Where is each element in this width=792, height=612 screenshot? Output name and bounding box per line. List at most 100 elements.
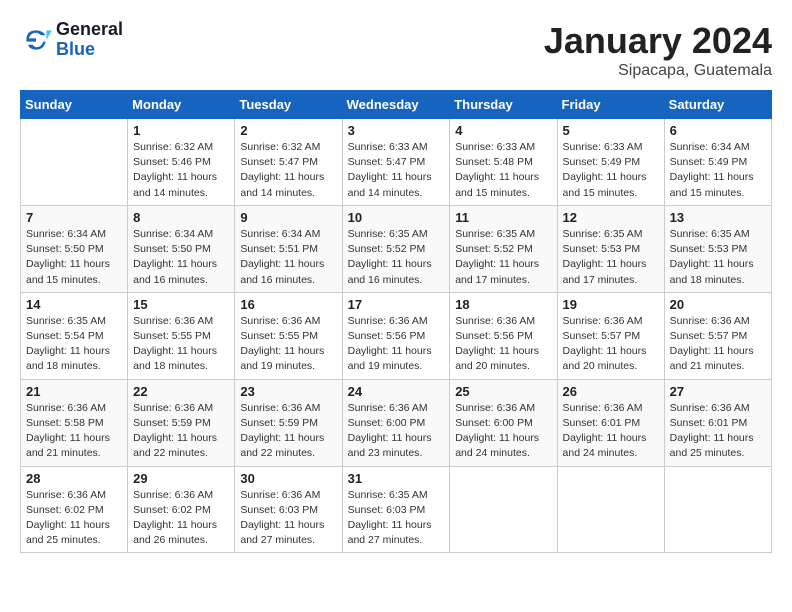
calendar-cell [557,466,664,553]
weekday-header: Thursday [450,91,557,119]
day-info: Sunrise: 6:36 AMSunset: 5:57 PMDaylight:… [563,314,659,375]
calendar-cell: 21 Sunrise: 6:36 AMSunset: 5:58 PMDayligh… [21,379,128,466]
day-info: Sunrise: 6:36 AMSunset: 6:01 PMDaylight:… [670,401,766,462]
calendar-cell: 26 Sunrise: 6:36 AMSunset: 6:01 PMDayligh… [557,379,664,466]
day-number: 18 [455,297,551,312]
day-info: Sunrise: 6:33 AMSunset: 5:48 PMDaylight:… [455,140,551,201]
day-info: Sunrise: 6:36 AMSunset: 6:02 PMDaylight:… [26,488,122,549]
page-header: General Blue January 2024 Sipacapa, Guat… [20,20,772,80]
calendar-cell: 27 Sunrise: 6:36 AMSunset: 6:01 PMDayligh… [664,379,771,466]
day-number: 19 [563,297,659,312]
calendar-cell: 18 Sunrise: 6:36 AMSunset: 5:56 PMDayligh… [450,292,557,379]
day-info: Sunrise: 6:35 AMSunset: 5:53 PMDaylight:… [670,227,766,288]
calendar-cell [664,466,771,553]
logo-text: General Blue [56,20,123,60]
day-number: 21 [26,384,122,399]
day-number: 30 [240,471,336,486]
calendar-cell: 9 Sunrise: 6:34 AMSunset: 5:51 PMDaylight… [235,205,342,292]
calendar-cell: 11 Sunrise: 6:35 AMSunset: 5:52 PMDayligh… [450,205,557,292]
calendar-cell: 31 Sunrise: 6:35 AMSunset: 6:03 PMDayligh… [342,466,450,553]
calendar-cell: 20Sunrise: 6:36 AMSunset: 5:57 PMDayligh… [664,292,771,379]
day-info: Sunrise: 6:36 AMSunset: 5:58 PMDaylight:… [26,401,122,462]
calendar-cell: 10 Sunrise: 6:35 AMSunset: 5:52 PMDayligh… [342,205,450,292]
calendar-cell: 28 Sunrise: 6:36 AMSunset: 6:02 PMDayligh… [21,466,128,553]
day-number: 22 [133,384,229,399]
day-info: Sunrise: 6:33 AMSunset: 5:47 PMDaylight:… [348,140,445,201]
day-number: 14 [26,297,122,312]
day-info: Sunrise: 6:35 AMSunset: 5:53 PMDaylight:… [563,227,659,288]
calendar-cell: 30Sunrise: 6:36 AMSunset: 6:03 PMDayligh… [235,466,342,553]
day-info: Sunrise: 6:34 AMSunset: 5:51 PMDaylight:… [240,227,336,288]
day-number: 6 [670,123,766,138]
calendar-table: SundayMondayTuesdayWednesdayThursdayFrid… [20,90,772,553]
day-info: Sunrise: 6:36 AMSunset: 5:55 PMDaylight:… [133,314,229,375]
day-info: Sunrise: 6:36 AMSunset: 6:01 PMDaylight:… [563,401,659,462]
calendar-cell: 1 Sunrise: 6:32 AMSunset: 5:46 PMDaylight… [128,119,235,206]
day-number: 1 [133,123,229,138]
day-info: Sunrise: 6:36 AMSunset: 5:56 PMDaylight:… [348,314,445,375]
day-number: 7 [26,210,122,225]
day-info: Sunrise: 6:36 AMSunset: 6:00 PMDaylight:… [348,401,445,462]
calendar-cell: 24Sunrise: 6:36 AMSunset: 6:00 PMDayligh… [342,379,450,466]
calendar-cell: 17 Sunrise: 6:36 AMSunset: 5:56 PMDayligh… [342,292,450,379]
weekday-header: Friday [557,91,664,119]
logo: General Blue [20,20,123,60]
calendar-cell: 2 Sunrise: 6:32 AMSunset: 5:47 PMDaylight… [235,119,342,206]
weekday-header: Saturday [664,91,771,119]
day-info: Sunrise: 6:33 AMSunset: 5:49 PMDaylight:… [563,140,659,201]
weekday-header: Tuesday [235,91,342,119]
day-info: Sunrise: 6:35 AMSunset: 5:52 PMDaylight:… [348,227,445,288]
day-info: Sunrise: 6:34 AMSunset: 5:50 PMDaylight:… [26,227,122,288]
calendar-cell: 7 Sunrise: 6:34 AMSunset: 5:50 PMDaylight… [21,205,128,292]
day-number: 11 [455,210,551,225]
calendar-cell: 22 Sunrise: 6:36 AMSunset: 5:59 PMDayligh… [128,379,235,466]
day-number: 4 [455,123,551,138]
day-number: 2 [240,123,336,138]
day-info: Sunrise: 6:32 AMSunset: 5:46 PMDaylight:… [133,140,229,201]
day-number: 12 [563,210,659,225]
day-number: 9 [240,210,336,225]
calendar-cell: 5 Sunrise: 6:33 AMSunset: 5:49 PMDaylight… [557,119,664,206]
calendar-header: SundayMondayTuesdayWednesdayThursdayFrid… [21,91,772,119]
day-info: Sunrise: 6:35 AMSunset: 6:03 PMDaylight:… [348,488,445,549]
calendar-cell: 12 Sunrise: 6:35 AMSunset: 5:53 PMDayligh… [557,205,664,292]
day-number: 28 [26,471,122,486]
calendar-cell: 13Sunrise: 6:35 AMSunset: 5:53 PMDayligh… [664,205,771,292]
day-number: 23 [240,384,336,399]
weekday-header: Monday [128,91,235,119]
day-number: 31 [348,471,445,486]
calendar-cell: 16Sunrise: 6:36 AMSunset: 5:55 PMDayligh… [235,292,342,379]
day-info: Sunrise: 6:36 AMSunset: 5:59 PMDaylight:… [133,401,229,462]
day-info: Sunrise: 6:36 AMSunset: 5:59 PMDaylight:… [240,401,336,462]
calendar-cell: 23 Sunrise: 6:36 AMSunset: 5:59 PMDayligh… [235,379,342,466]
calendar-cell: 14 Sunrise: 6:35 AMSunset: 5:54 PMDayligh… [21,292,128,379]
calendar-title: January 2024 [544,20,772,62]
calendar-cell: 15Sunrise: 6:36 AMSunset: 5:55 PMDayligh… [128,292,235,379]
calendar-subtitle: Sipacapa, Guatemala [544,62,772,80]
day-info: Sunrise: 6:36 AMSunset: 6:02 PMDaylight:… [133,488,229,549]
calendar-cell: 29 Sunrise: 6:36 AMSunset: 6:02 PMDayligh… [128,466,235,553]
weekday-header: Sunday [21,91,128,119]
calendar-cell: 8Sunrise: 6:34 AMSunset: 5:50 PMDaylight… [128,205,235,292]
calendar-cell: 6Sunrise: 6:34 AMSunset: 5:49 PMDaylight… [664,119,771,206]
day-number: 25 [455,384,551,399]
day-number: 3 [348,123,445,138]
weekday-header: Wednesday [342,91,450,119]
day-info: Sunrise: 6:35 AMSunset: 5:52 PMDaylight:… [455,227,551,288]
day-number: 17 [348,297,445,312]
day-number: 26 [563,384,659,399]
day-number: 29 [133,471,229,486]
calendar-cell [21,119,128,206]
day-info: Sunrise: 6:32 AMSunset: 5:47 PMDaylight:… [240,140,336,201]
day-info: Sunrise: 6:35 AMSunset: 5:54 PMDaylight:… [26,314,122,375]
day-number: 27 [670,384,766,399]
day-info: Sunrise: 6:36 AMSunset: 5:57 PMDaylight:… [670,314,766,375]
day-info: Sunrise: 6:36 AMSunset: 5:56 PMDaylight:… [455,314,551,375]
title-block: January 2024 Sipacapa, Guatemala [544,20,772,80]
calendar-cell: 19 Sunrise: 6:36 AMSunset: 5:57 PMDayligh… [557,292,664,379]
calendar-cell: 3 Sunrise: 6:33 AMSunset: 5:47 PMDaylight… [342,119,450,206]
calendar-cell: 4 Sunrise: 6:33 AMSunset: 5:48 PMDaylight… [450,119,557,206]
day-number: 10 [348,210,445,225]
day-number: 5 [563,123,659,138]
day-info: Sunrise: 6:34 AMSunset: 5:50 PMDaylight:… [133,227,229,288]
